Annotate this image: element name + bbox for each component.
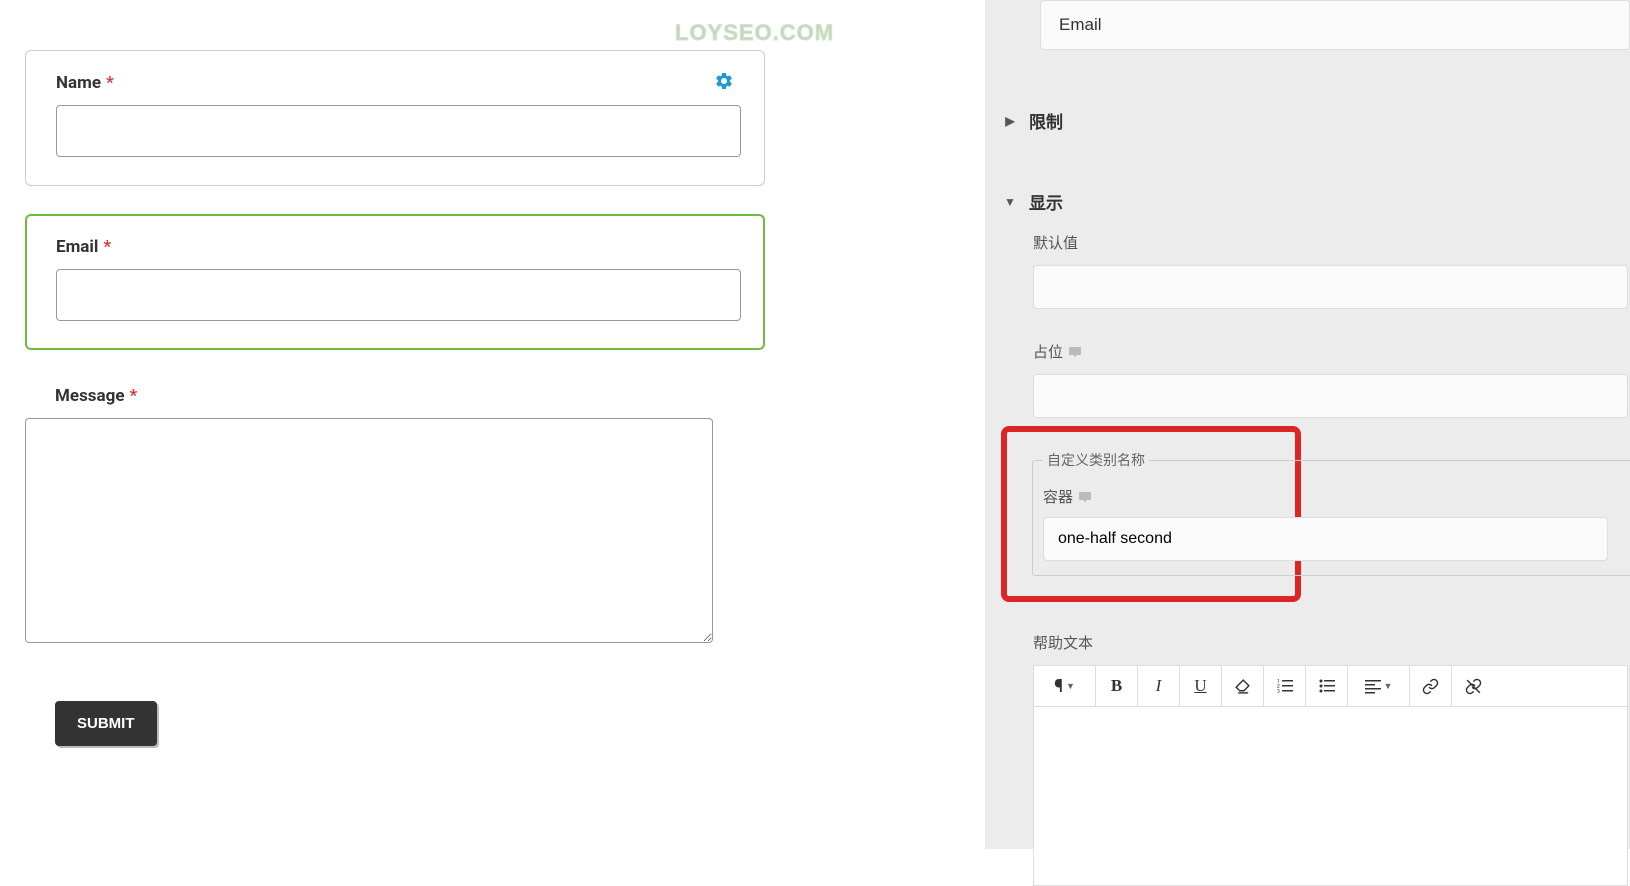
email-label: Email * bbox=[56, 237, 734, 257]
bold-button[interactable]: B bbox=[1096, 666, 1138, 706]
sidebar-email-input[interactable] bbox=[1040, 0, 1630, 50]
submit-button[interactable]: SUBMIT bbox=[55, 701, 157, 746]
unordered-list-icon bbox=[1319, 678, 1335, 694]
email-input[interactable] bbox=[56, 269, 741, 321]
triangle-down-icon: ▼ bbox=[1001, 195, 1019, 209]
display-section-header[interactable]: ▼ 显示 bbox=[985, 181, 1630, 222]
placeholder-input[interactable] bbox=[1033, 374, 1628, 418]
chevron-down-icon: ▼ bbox=[1384, 681, 1393, 692]
gear-icon[interactable] bbox=[714, 71, 734, 95]
bold-icon: B bbox=[1111, 676, 1122, 696]
svg-text:1: 1 bbox=[1277, 679, 1280, 685]
svg-text:2: 2 bbox=[1277, 684, 1280, 690]
underline-icon: U bbox=[1194, 676, 1206, 696]
custom-class-legend: 自定义类别名称 bbox=[1043, 450, 1149, 470]
tooltip-icon bbox=[1069, 347, 1081, 357]
restriction-section-label: 限制 bbox=[1029, 108, 1063, 133]
unlink-icon bbox=[1465, 678, 1482, 695]
triangle-right-icon: ▶ bbox=[1001, 114, 1019, 128]
name-field-box[interactable]: Name * bbox=[25, 50, 765, 186]
tooltip-icon bbox=[1079, 492, 1091, 502]
container-input[interactable] bbox=[1043, 517, 1608, 561]
unlink-button[interactable] bbox=[1452, 666, 1494, 706]
required-star: * bbox=[106, 73, 114, 93]
message-field-box[interactable]: Message * SUBMIT bbox=[55, 378, 765, 746]
name-input[interactable] bbox=[56, 105, 741, 157]
name-label-text: Name bbox=[56, 73, 101, 93]
email-label-text: Email bbox=[56, 237, 98, 257]
container-label: 容器 bbox=[1043, 486, 1630, 507]
message-textarea[interactable] bbox=[25, 418, 713, 643]
highlight-box: 自定义类别名称 容器 bbox=[1001, 426, 1301, 602]
name-label: Name * bbox=[56, 73, 734, 93]
chevron-down-icon: ▼ bbox=[1066, 681, 1075, 692]
editor-toolbar: ¶ ▼ B I U bbox=[1033, 665, 1628, 706]
message-label: Message * bbox=[55, 386, 735, 406]
link-icon bbox=[1422, 678, 1439, 695]
email-field-box[interactable]: Email * bbox=[25, 214, 765, 350]
italic-button[interactable]: I bbox=[1138, 666, 1180, 706]
ordered-list-icon: 1 2 3 bbox=[1277, 678, 1293, 694]
sidebar: ▶ 限制 ▼ 显示 默认值 占位 bbox=[985, 0, 1630, 849]
required-star: * bbox=[103, 237, 111, 257]
default-value-input[interactable] bbox=[1033, 265, 1628, 309]
paragraph-format-button[interactable]: ¶ ▼ bbox=[1034, 666, 1096, 706]
svg-text:3: 3 bbox=[1277, 689, 1280, 694]
placeholder-label: 占位 bbox=[1033, 341, 1630, 362]
eraser-icon bbox=[1234, 678, 1251, 695]
default-value-label: 默认值 bbox=[1033, 232, 1630, 253]
form-preview-area: Name * Email * Message * bbox=[0, 0, 985, 849]
eraser-button[interactable] bbox=[1222, 666, 1264, 706]
display-section-body: 默认值 占位 自定义类别名称 容器 bbox=[985, 232, 1630, 602]
help-text-editor[interactable] bbox=[1033, 706, 1628, 886]
message-label-text: Message bbox=[55, 386, 125, 406]
help-text-label: 帮助文本 bbox=[1033, 632, 1630, 653]
align-button[interactable]: ▼ bbox=[1348, 666, 1410, 706]
watermark: LOYSEO.COM bbox=[675, 20, 834, 46]
restriction-section-header[interactable]: ▶ 限制 bbox=[985, 100, 1630, 141]
underline-button[interactable]: U bbox=[1180, 666, 1222, 706]
italic-icon: I bbox=[1156, 676, 1162, 696]
required-star: * bbox=[130, 386, 138, 406]
pilcrow-icon: ¶ bbox=[1054, 676, 1063, 697]
link-button[interactable] bbox=[1410, 666, 1452, 706]
align-icon bbox=[1365, 678, 1381, 694]
unordered-list-button[interactable] bbox=[1306, 666, 1348, 706]
ordered-list-button[interactable]: 1 2 3 bbox=[1264, 666, 1306, 706]
display-section-label: 显示 bbox=[1029, 189, 1063, 214]
custom-class-fieldset: 自定义类别名称 容器 bbox=[1032, 450, 1630, 576]
